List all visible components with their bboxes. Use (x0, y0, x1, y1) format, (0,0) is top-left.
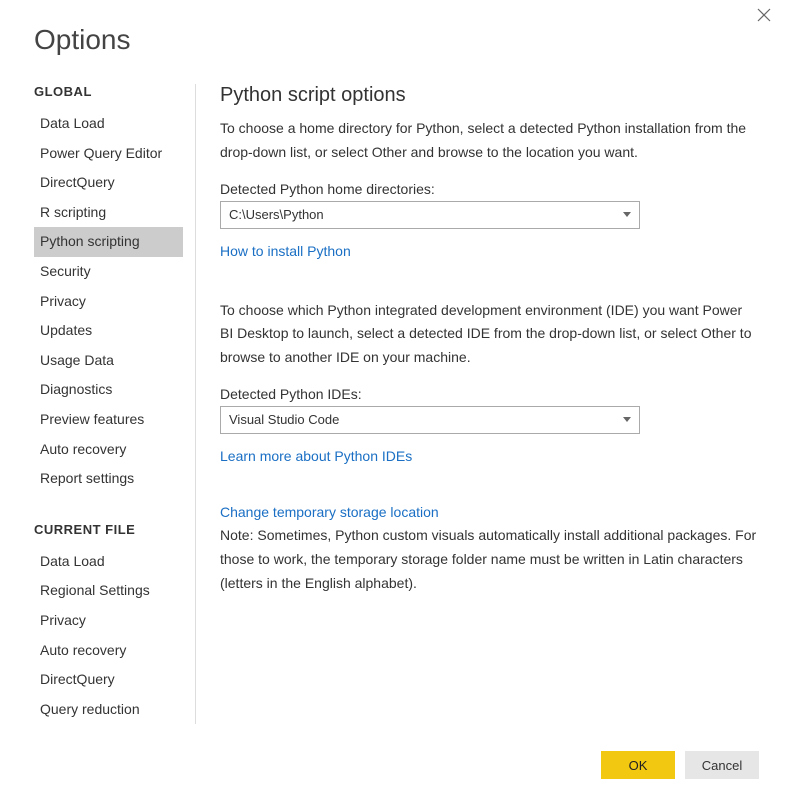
intro-text: To choose a home directory for Python, s… (220, 117, 757, 165)
nav-directquery[interactable]: DirectQuery (34, 168, 195, 198)
nav-cf-privacy[interactable]: Privacy (34, 606, 195, 636)
nav-cf-directquery[interactable]: DirectQuery (34, 665, 195, 695)
nav-power-query-editor[interactable]: Power Query Editor (34, 139, 195, 169)
home-directories-value: C:\Users\Python (229, 207, 324, 222)
nav-cf-auto-recovery[interactable]: Auto recovery (34, 636, 195, 666)
nav-auto-recovery[interactable]: Auto recovery (34, 435, 195, 465)
ok-button[interactable]: OK (601, 751, 675, 779)
nav-diagnostics[interactable]: Diagnostics (34, 375, 195, 405)
nav-r-scripting[interactable]: R scripting (34, 198, 195, 228)
chevron-down-icon (623, 417, 631, 422)
cancel-button[interactable]: Cancel (685, 751, 759, 779)
link-how-to-install-python[interactable]: How to install Python (220, 243, 351, 259)
nav-updates[interactable]: Updates (34, 316, 195, 346)
nav-python-scripting[interactable]: Python scripting (34, 227, 183, 257)
window-title: Options (0, 0, 787, 56)
close-icon (757, 8, 771, 22)
nav-usage-data[interactable]: Usage Data (34, 346, 195, 376)
nav-cf-regional-settings[interactable]: Regional Settings (34, 576, 195, 606)
nav-privacy[interactable]: Privacy (34, 287, 195, 317)
nav-preview-features[interactable]: Preview features (34, 405, 195, 435)
close-button[interactable] (757, 8, 777, 28)
section-header-global: GLOBAL (34, 84, 195, 99)
sidebar: GLOBAL Data Load Power Query Editor Dire… (34, 84, 196, 724)
nav-report-settings[interactable]: Report settings (34, 464, 195, 494)
nav-data-load[interactable]: Data Load (34, 109, 195, 139)
ide-label: Detected Python IDEs: (220, 386, 757, 402)
panel-title: Python script options (220, 84, 757, 107)
home-directories-label: Detected Python home directories: (220, 181, 757, 197)
link-change-storage-location[interactable]: Change temporary storage location (220, 504, 439, 520)
nav-cf-query-reduction[interactable]: Query reduction (34, 695, 195, 724)
nav-cf-data-load[interactable]: Data Load (34, 547, 195, 577)
ide-value: Visual Studio Code (229, 412, 339, 427)
ide-intro-text: To choose which Python integrated develo… (220, 299, 757, 370)
ide-dropdown[interactable]: Visual Studio Code (220, 406, 640, 434)
main-panel: Python script options To choose a home d… (196, 84, 757, 724)
chevron-down-icon (623, 212, 631, 217)
dialog-footer: OK Cancel (601, 751, 759, 779)
section-header-current-file: CURRENT FILE (34, 522, 195, 537)
storage-note: Note: Sometimes, Python custom visuals a… (220, 524, 757, 595)
link-learn-more-ides[interactable]: Learn more about Python IDEs (220, 448, 412, 464)
home-directories-dropdown[interactable]: C:\Users\Python (220, 201, 640, 229)
nav-security[interactable]: Security (34, 257, 195, 287)
